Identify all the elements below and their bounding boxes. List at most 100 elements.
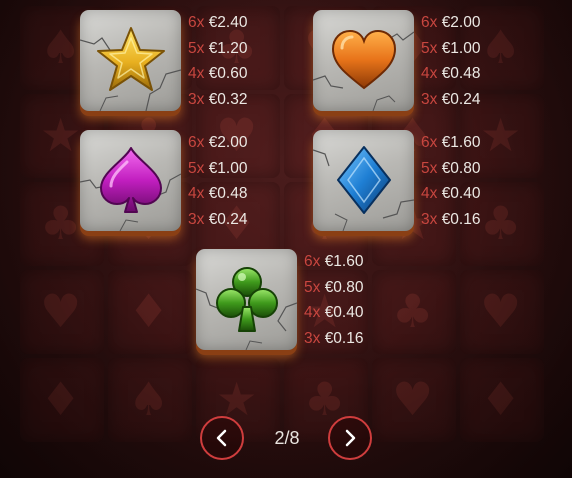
payout-row: 3x €0.24 <box>421 87 480 113</box>
symbol-tile <box>80 130 181 231</box>
payout-row: 5x €1.00 <box>188 156 247 182</box>
background-symbol-icon: ♦ <box>480 372 522 426</box>
background-symbol-icon: ★ <box>480 108 522 162</box>
payout-row: 6x €2.40 <box>188 10 247 36</box>
club-icon <box>216 267 278 332</box>
background-symbol-icon: ♥ <box>480 284 522 338</box>
background-symbol-icon: ♣ <box>40 196 82 250</box>
payout-amount: €2.00 <box>441 14 481 31</box>
chevron-left-icon <box>216 429 227 447</box>
background-reel-cell: ♦ <box>108 270 192 354</box>
payout-row: 4x €0.48 <box>188 181 247 207</box>
multiplier: 6x <box>188 134 205 151</box>
symbol-tile <box>196 249 297 350</box>
payout-row: 4x €0.60 <box>188 61 247 87</box>
background-reel-cell: ♥ <box>372 358 456 442</box>
background-reel-cell: ♠ <box>108 358 192 442</box>
payout-amount: €1.60 <box>441 134 481 151</box>
multiplier: 4x <box>421 185 438 203</box>
payout-row: 6x €2.00 <box>188 130 247 156</box>
payout-amount: €1.00 <box>208 159 248 177</box>
payout-row: 3x €0.32 <box>188 87 247 113</box>
payout-row: 4x €0.48 <box>421 61 480 87</box>
multiplier: 3x <box>421 211 438 229</box>
background-symbol-icon: ★ <box>40 108 82 162</box>
payout-amount: €0.80 <box>324 278 364 296</box>
multiplier: 5x <box>188 39 205 57</box>
multiplier: 4x <box>304 304 321 322</box>
multiplier: 3x <box>188 211 205 229</box>
page-indicator: 2/8 <box>274 428 300 448</box>
multiplier: 3x <box>304 330 321 348</box>
background-symbol-icon: ♠ <box>40 20 82 74</box>
payout-amount: €1.60 <box>324 253 364 270</box>
payout-amount: €0.80 <box>441 159 481 177</box>
background-symbol-icon: ♣ <box>392 284 434 338</box>
multiplier: 5x <box>421 39 438 57</box>
multiplier: 5x <box>188 159 205 177</box>
prev-page-button[interactable] <box>200 416 244 460</box>
payout-amount: €1.20 <box>208 39 248 57</box>
payout-row: 5x €0.80 <box>421 156 480 182</box>
payout-amount: €2.00 <box>208 134 248 151</box>
background-symbol-icon: ♠ <box>128 372 170 426</box>
diamond-icon <box>337 146 391 214</box>
payout-row: 3x €0.24 <box>188 207 247 233</box>
multiplier: 6x <box>421 134 438 151</box>
multiplier: 4x <box>188 65 205 83</box>
payout-row: 5x €0.80 <box>304 275 363 301</box>
background-reel-cell: ♣ <box>372 270 456 354</box>
payout-row: 6x €1.60 <box>421 130 480 156</box>
payout-row: 6x €1.60 <box>304 249 363 275</box>
payout-amount: €0.32 <box>208 91 248 109</box>
payout-list: 6x €2.00 5x €1.00 4x €0.48 3x €0.24 <box>188 130 247 233</box>
payout-list: 6x €1.60 5x €0.80 4x €0.40 3x €0.16 <box>304 249 363 352</box>
payout-amount: €0.40 <box>441 185 481 203</box>
payout-row: 5x €1.00 <box>421 36 480 62</box>
payout-row: 3x €0.16 <box>304 326 363 352</box>
payout-row: 5x €1.20 <box>188 36 247 62</box>
next-page-button[interactable] <box>328 416 372 460</box>
multiplier: 3x <box>421 91 438 109</box>
background-symbol-icon: ♠ <box>480 20 522 74</box>
payout-amount: €1.00 <box>441 39 481 57</box>
payout-amount: €0.24 <box>441 91 481 109</box>
background-symbol-icon: ♣ <box>480 196 522 250</box>
multiplier: 4x <box>188 185 205 203</box>
payout-amount: €0.24 <box>208 211 248 229</box>
background-reel-cell: ♦ <box>460 358 544 442</box>
multiplier: 6x <box>421 14 438 31</box>
background-reel-cell: ♥ <box>20 270 104 354</box>
multiplier: 4x <box>421 65 438 83</box>
multiplier: 3x <box>188 91 205 109</box>
payout-list: 6x €2.00 5x €1.00 4x €0.48 3x €0.24 <box>421 10 480 113</box>
payout-amount: €0.16 <box>441 211 481 229</box>
payout-amount: €0.48 <box>208 185 248 203</box>
star-icon <box>97 27 165 91</box>
multiplier: 6x <box>188 14 205 31</box>
payout-row: 4x €0.40 <box>421 181 480 207</box>
payout-amount: €0.60 <box>208 65 248 83</box>
symbol-tile <box>80 10 181 111</box>
background-reel-cell: ♥ <box>460 270 544 354</box>
payout-list: 6x €2.40 5x €1.20 4x €0.60 3x €0.32 <box>188 10 247 113</box>
background-symbol-icon: ♦ <box>40 372 82 426</box>
background-symbol-icon: ♣ <box>304 372 346 426</box>
background-symbol-icon: ♥ <box>392 372 434 426</box>
payout-amount: €0.16 <box>324 330 364 348</box>
payout-amount: €2.40 <box>208 14 248 31</box>
payout-amount: €0.48 <box>441 65 481 83</box>
multiplier: 6x <box>304 253 321 270</box>
multiplier: 5x <box>421 159 438 177</box>
payout-list: 6x €1.60 5x €0.80 4x €0.40 3x €0.16 <box>421 130 480 233</box>
payout-row: 3x €0.16 <box>421 207 480 233</box>
payout-amount: €0.40 <box>324 304 364 322</box>
symbol-tile <box>313 130 414 231</box>
payout-row: 6x €2.00 <box>421 10 480 36</box>
spade-icon <box>100 147 162 213</box>
background-symbol-icon: ♥ <box>40 284 82 338</box>
payout-row: 4x €0.40 <box>304 300 363 326</box>
multiplier: 5x <box>304 278 321 296</box>
symbol-tile <box>313 10 414 111</box>
chevron-right-icon <box>345 429 356 447</box>
